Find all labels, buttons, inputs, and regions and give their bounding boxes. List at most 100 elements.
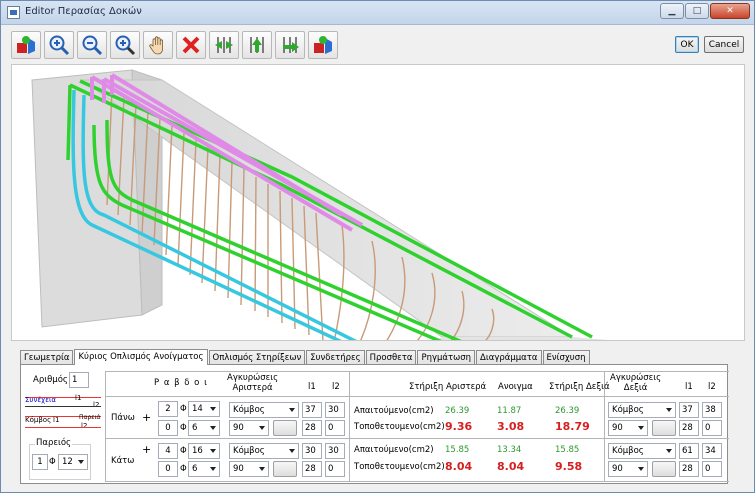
- bottom-count-2-input[interactable]: 0: [158, 461, 178, 477]
- top-right-anchorage-button[interactable]: [652, 420, 676, 436]
- zoom-window-button[interactable]: [110, 31, 140, 59]
- maximize-icon: □: [692, 6, 702, 16]
- bottom-left-l2b-input[interactable]: 0: [325, 461, 345, 477]
- top-diameter-1-select[interactable]: 14: [188, 401, 220, 417]
- bottom-placed-right-value: 9.58: [555, 460, 583, 473]
- bottom-diameter-2-select[interactable]: 6: [188, 461, 220, 477]
- top-count-1-input[interactable]: 2: [158, 401, 178, 417]
- beam-3d-rendering: [31, 69, 608, 340]
- zoom-out-button[interactable]: [77, 31, 107, 59]
- bottom-right-anchorage-select[interactable]: Κόμβος: [608, 443, 676, 459]
- minimize-button[interactable]: ▁: [660, 3, 684, 19]
- komvos-label: Κόμβος: [25, 416, 52, 424]
- tab-strengthening[interactable]: Ενίσχυση: [542, 350, 590, 365]
- bottom-right-angle-select[interactable]: 90: [608, 461, 648, 477]
- tab-diagrams[interactable]: Διαγράμματα: [476, 350, 542, 365]
- rebar-tool-2-button[interactable]: [242, 31, 272, 59]
- view-3d-button[interactable]: [11, 31, 41, 59]
- top-right-angle-select[interactable]: 90: [608, 420, 648, 436]
- rebar-right-icon: [283, 37, 299, 53]
- bottom-label: Κάτω: [111, 456, 135, 466]
- top-right-l2-input[interactable]: 38: [702, 402, 722, 418]
- top-left-l1-input[interactable]: 37: [302, 402, 322, 418]
- bottom-right-l2b-input[interactable]: 0: [702, 461, 722, 477]
- tab-strip: Γεωμετρία Κύριος Οπλισμός Ανοίγματος Οπλ…: [20, 349, 591, 365]
- top-req-span-value: 11.87: [497, 406, 522, 416]
- bottom-left-anchorage-button[interactable]: [273, 461, 297, 477]
- top-right-l2b-input[interactable]: 0: [702, 420, 722, 436]
- top-left-angle-select[interactable]: 90: [229, 420, 269, 436]
- maximize-button[interactable]: □: [685, 3, 709, 19]
- app-icon: [7, 6, 20, 19]
- close-button[interactable]: ✕: [710, 3, 750, 19]
- delete-button[interactable]: [176, 31, 206, 59]
- tab-cracking[interactable]: Ρηγμάτωση: [417, 350, 476, 365]
- bottom-placed-label: Τοποθετουμενο(cm2): [354, 462, 445, 472]
- zoom-out-icon: [82, 35, 103, 56]
- hand-icon: [149, 36, 163, 55]
- bottom-req-right-value: 15.85: [555, 445, 580, 455]
- top-required-label: Απαιτούμενο(cm2): [354, 406, 434, 416]
- zoom-in-button[interactable]: [44, 31, 74, 59]
- tab-additional[interactable]: Προσθετα: [365, 350, 417, 365]
- title-bar: Editor Περασίας Δοκών ▁ □ ✕: [1, 1, 754, 25]
- toolbar: [11, 31, 338, 59]
- render-3d-button[interactable]: [308, 31, 338, 59]
- tab-support-reinforcement[interactable]: Οπλισμός Στηρίξεων: [208, 350, 306, 365]
- top-count-2-input[interactable]: 0: [158, 420, 178, 436]
- bottom-placed-span-value: 8.04: [497, 460, 525, 473]
- main-span-reinforcement-panel: Αριθμός 1 Συνέχεια l1 l2 Κόμβος l1 Παρει…: [20, 364, 729, 484]
- top-placed-left-value: 9.36: [445, 420, 473, 433]
- arithmos-label: Αριθμός: [33, 375, 68, 385]
- bottom-left-angle-select[interactable]: 90: [229, 461, 269, 477]
- top-right-anchorage-select[interactable]: Κόμβος: [608, 402, 676, 418]
- bottom-req-span-value: 13.34: [497, 445, 522, 455]
- bottom-right-anchorage-button[interactable]: [652, 461, 676, 477]
- top-right-l1b-input[interactable]: 28: [679, 420, 699, 436]
- minimize-icon: ▁: [668, 6, 676, 16]
- bottom-right-l2-input[interactable]: 34: [702, 443, 722, 459]
- tab-geometria[interactable]: Γεωμετρία: [20, 350, 74, 365]
- bottom-left-anchorage-select[interactable]: Κόμβος: [229, 443, 299, 459]
- zoom-in-icon: [49, 35, 70, 56]
- pan-button[interactable]: [143, 31, 173, 59]
- bottom-left-l2-input[interactable]: 30: [325, 443, 345, 459]
- beam-3d-viewport[interactable]: [11, 64, 745, 341]
- tab-main-span-reinforcement[interactable]: Κύριος Οπλισμός Ανοίγματος: [74, 349, 208, 365]
- bottom-left-l1-input[interactable]: 30: [302, 443, 322, 459]
- pareia-label: Παρειά: [79, 414, 101, 421]
- pareios-count-input[interactable]: 1: [32, 454, 48, 470]
- top-left-l2-input[interactable]: 30: [325, 402, 345, 418]
- anchorage-left-header: Αγκυρώσεις Αριστερά: [227, 373, 279, 393]
- top-left-l2b-input[interactable]: 0: [325, 420, 345, 436]
- rebar-up-icon: [250, 37, 264, 53]
- shapes-3d-icon: [314, 36, 332, 54]
- top-left-anchorage-button[interactable]: [273, 420, 297, 436]
- top-left-l1b-input[interactable]: 28: [302, 420, 322, 436]
- bottom-right-l1b-input[interactable]: 28: [679, 461, 699, 477]
- top-placed-span-value: 3.08: [497, 420, 525, 433]
- rebar-tool-3-button[interactable]: [275, 31, 305, 59]
- bottom-right-l1-input[interactable]: 61: [679, 443, 699, 459]
- tab-stirrups[interactable]: Συνδετήρες: [306, 350, 365, 365]
- bottom-required-label: Απαιτούμενο(cm2): [354, 445, 434, 455]
- anchorage-diagram: Συνέχεια l1 l2 Κόμβος l1 Παρειά l2: [25, 394, 101, 430]
- bottom-left-l1b-input[interactable]: 28: [302, 461, 322, 477]
- rebar-arrows-icon: [215, 37, 233, 53]
- top-right-l1-input[interactable]: 37: [679, 402, 699, 418]
- ok-button[interactable]: OK: [675, 36, 699, 53]
- cancel-button[interactable]: Cancel: [704, 36, 744, 53]
- rebar-tool-1-button[interactable]: [209, 31, 239, 59]
- arithmos-input[interactable]: 1: [69, 372, 89, 388]
- col-span: Ανοιγμα: [498, 382, 533, 392]
- bottom-diameter-1-select[interactable]: 16: [188, 443, 220, 459]
- bottom-count-1-input[interactable]: 4: [158, 443, 178, 459]
- close-icon: ✕: [726, 6, 734, 16]
- delete-x-icon: [182, 36, 200, 54]
- col-support-right: Στήριξη Δεξιά: [549, 382, 610, 392]
- top-placed-right-value: 18.79: [555, 420, 590, 433]
- pareios-diameter-select[interactable]: 12: [58, 454, 88, 470]
- top-diameter-2-select[interactable]: 6: [188, 420, 220, 436]
- top-left-anchorage-select[interactable]: Κόμβος: [229, 402, 299, 418]
- bottom-req-left-value: 15.85: [445, 445, 470, 455]
